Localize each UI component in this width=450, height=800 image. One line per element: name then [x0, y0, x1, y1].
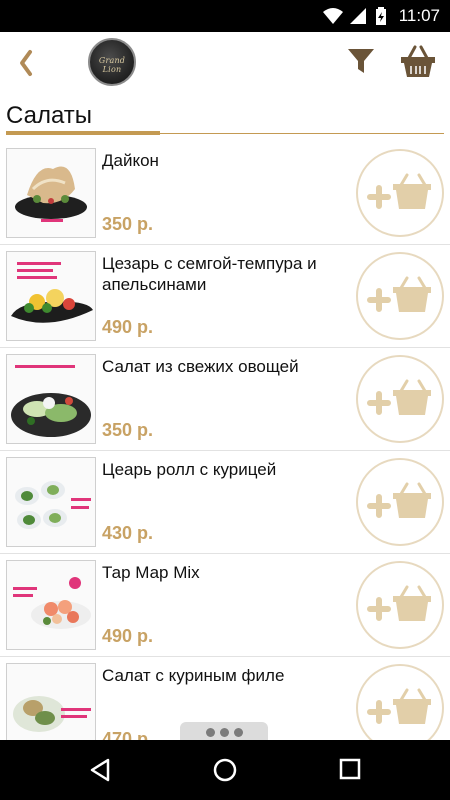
add-to-cart-button[interactable]: [356, 355, 444, 443]
pager-dot: [234, 728, 243, 737]
product-row[interactable]: Дайкон 350 р.: [0, 142, 450, 245]
back-nav-icon[interactable]: [88, 757, 112, 783]
pager-dot: [206, 728, 215, 737]
product-name: Цеарь ролл с курицей: [102, 460, 277, 479]
title-underline: [6, 131, 160, 135]
chevron-left-icon[interactable]: [14, 44, 38, 82]
product-image[interactable]: [6, 148, 96, 238]
product-price: 350 р.: [102, 420, 154, 440]
add-to-basket-icon: [367, 379, 431, 415]
status-bar: 11:07: [0, 0, 450, 32]
status-time: 11:07: [398, 6, 440, 25]
wifi-icon: [323, 8, 343, 24]
add-to-basket-icon: [367, 688, 431, 724]
add-to-cart-button[interactable]: [356, 561, 444, 649]
product-name: Салат из свежих овощей: [102, 357, 299, 376]
add-to-basket-icon: [367, 173, 431, 209]
product-price: 470 р.: [102, 729, 154, 740]
product-list[interactable]: Дайкон 350 р. Цезарь с семгой-темпура и …: [0, 142, 450, 740]
add-to-cart-button[interactable]: [356, 664, 444, 740]
basket-icon[interactable]: [400, 44, 436, 78]
system-nav-bar: [0, 740, 450, 800]
add-to-basket-icon: [367, 482, 431, 518]
product-image[interactable]: [6, 663, 96, 740]
brand-logo[interactable]: Grand Lion: [88, 38, 136, 86]
product-image[interactable]: [6, 251, 96, 341]
category-header: Салаты: [0, 94, 450, 140]
recents-nav-icon[interactable]: [338, 757, 362, 781]
product-name: Дайкон: [102, 151, 159, 170]
product-image[interactable]: [6, 457, 96, 547]
product-price: 350 р.: [102, 214, 154, 234]
product-price: 430 р.: [102, 523, 154, 543]
add-to-cart-button[interactable]: [356, 252, 444, 340]
funnel-icon[interactable]: [346, 46, 376, 76]
product-name: Цезарь с семгой-темпура и апельсинами: [102, 254, 317, 294]
product-row[interactable]: Тар Мар Mix 490 р.: [0, 554, 450, 657]
pager-dot: [220, 728, 229, 737]
add-to-cart-button[interactable]: [356, 458, 444, 546]
category-title: Салаты: [6, 102, 93, 129]
product-price: 490 р.: [102, 626, 154, 646]
product-name: Салат с куриным филе: [102, 666, 285, 685]
product-row[interactable]: Салат из свежих овощей 350 р.: [0, 348, 450, 451]
more-handle[interactable]: [180, 722, 268, 742]
battery-icon: [376, 7, 386, 25]
app-bar: Grand Lion: [0, 32, 450, 94]
add-to-cart-button[interactable]: [356, 149, 444, 237]
logo-text: Grand Lion: [98, 56, 126, 74]
product-row[interactable]: Цеарь ролл с курицей 430 р.: [0, 451, 450, 554]
product-name: Тар Мар Mix: [102, 563, 200, 582]
product-image[interactable]: [6, 560, 96, 650]
home-nav-icon[interactable]: [212, 757, 238, 783]
product-row[interactable]: Цезарь с семгой-темпура и апельсинами 49…: [0, 245, 450, 348]
product-image[interactable]: [6, 354, 96, 444]
add-to-basket-icon: [367, 585, 431, 621]
product-price: 490 р.: [102, 317, 154, 337]
add-to-basket-icon: [367, 276, 431, 312]
signal-icon: [350, 8, 366, 24]
